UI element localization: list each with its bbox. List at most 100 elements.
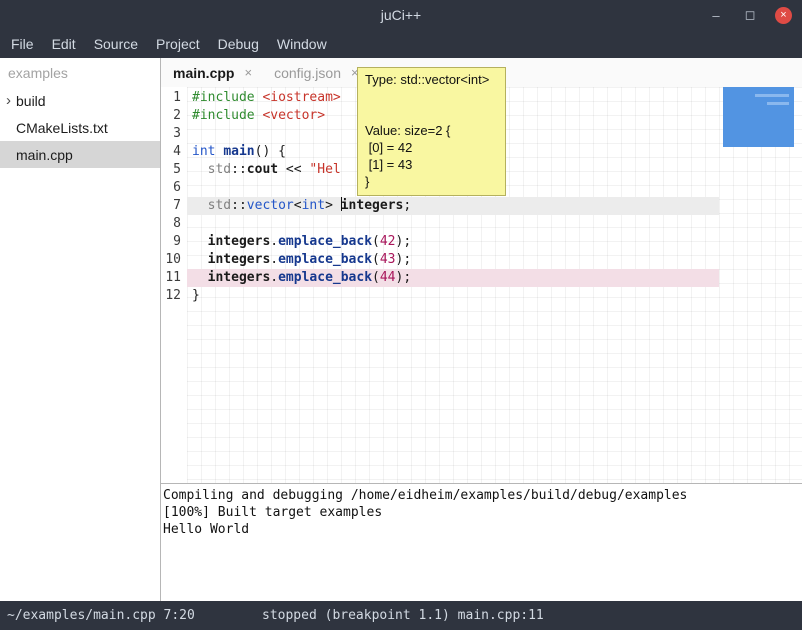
terminal-line: Hello World (163, 521, 800, 538)
terminal-line: [100%] Built target examples (163, 504, 800, 521)
file-tree: ›build CMakeLists.txt main.cpp (0, 87, 160, 168)
menu-item-source[interactable]: Source (85, 30, 147, 58)
editor-line-7[interactable]: 7 std::vector<int> integers; (161, 197, 802, 215)
editor-line-12[interactable]: 12} (161, 287, 802, 305)
scroll-overview-thumb[interactable] (723, 87, 794, 147)
line-number: 5 (161, 161, 187, 179)
code-token: 43 (380, 252, 396, 267)
code-token: > (325, 198, 341, 213)
code-token: 44 (380, 270, 396, 285)
tooltip-line: Value: size=2 { (365, 122, 498, 139)
line-number: 3 (161, 125, 187, 143)
tooltip-line (365, 105, 498, 122)
code-token: ( (372, 252, 380, 267)
menu-item-window[interactable]: Window (268, 30, 336, 58)
overview-mark (767, 102, 789, 105)
code-token: ); (396, 252, 412, 267)
code-token: :: (231, 162, 247, 177)
window-controls: – ◻ × (707, 0, 792, 30)
sidebar-item-cmakelists-txt[interactable]: CMakeLists.txt (0, 114, 160, 141)
menu-item-edit[interactable]: Edit (43, 30, 85, 58)
code-token (192, 252, 208, 267)
code-token (192, 198, 208, 213)
code-token: #include (192, 108, 255, 123)
line-number: 11 (161, 269, 187, 287)
code-token: } (192, 288, 200, 303)
tab-main-cpp[interactable]: main.cpp × (173, 65, 252, 81)
code-token: emplace_back (278, 234, 372, 249)
code-token: ( (372, 234, 380, 249)
code-token (192, 234, 208, 249)
editor-line-10[interactable]: 10 integers.emplace_back(43); (161, 251, 802, 269)
code-token: :: (231, 198, 247, 213)
code-token: << (278, 162, 309, 177)
code-token: #include (192, 90, 255, 105)
menu-item-file[interactable]: File (2, 30, 43, 58)
minimize-button[interactable]: – (707, 8, 725, 23)
expand-arrow-icon[interactable]: › (0, 92, 16, 109)
line-number: 7 (161, 197, 187, 215)
menu-bar: FileEditSourceProjectDebugWindow (0, 30, 802, 58)
tooltip-line (365, 88, 498, 105)
close-button[interactable]: × (775, 7, 792, 24)
code-token: ); (396, 234, 412, 249)
code-text: integers.emplace_back(42); (187, 233, 719, 251)
code-token: emplace_back (278, 252, 372, 267)
code-token: int (192, 144, 215, 159)
code-token: ( (372, 270, 380, 285)
code-token: std (208, 198, 231, 213)
project-name: examples (0, 58, 160, 87)
code-token (192, 270, 208, 285)
editor-line-11[interactable]: 11 integers.emplace_back(44); (161, 269, 802, 287)
sidebar-item-main-cpp[interactable]: main.cpp (0, 141, 160, 168)
tab-config-json[interactable]: config.json× (274, 65, 359, 81)
menu-item-debug[interactable]: Debug (209, 30, 268, 58)
tooltip-line: [1] = 43 (365, 156, 498, 173)
code-token: 42 (380, 234, 396, 249)
code-text: std::vector<int> integers; (187, 197, 719, 215)
code-token: integers (341, 198, 404, 213)
code-token: vector (247, 198, 294, 213)
terminal-line: Compiling and debugging /home/eidheim/ex… (163, 487, 800, 504)
menu-item-project[interactable]: Project (147, 30, 209, 58)
line-number: 10 (161, 251, 187, 269)
code-token: . (270, 270, 278, 285)
tooltip-line: } (365, 173, 498, 190)
code-token (192, 162, 208, 177)
status-debug-state: stopped (breakpoint 1.1) main.cpp:11 (262, 601, 544, 630)
line-number: 1 (161, 89, 187, 107)
tab-close-icon[interactable]: × (244, 65, 252, 80)
code-text (187, 215, 719, 233)
line-number: 8 (161, 215, 187, 233)
code-token: std (208, 162, 231, 177)
tab-label: config.json (274, 65, 341, 81)
line-number: 9 (161, 233, 187, 251)
window-title: juCi++ (0, 0, 802, 30)
code-token: ; (403, 198, 411, 213)
restore-button[interactable]: ◻ (741, 7, 759, 23)
code-text: } (187, 287, 719, 305)
sidebar-item-build[interactable]: ›build (0, 87, 160, 114)
code-token: emplace_back (278, 270, 372, 285)
title-bar: juCi++ – ◻ × (0, 0, 802, 30)
debug-tooltip: Type: std::vector<int>Value: size=2 { [0… (357, 67, 506, 196)
line-number: 4 (161, 143, 187, 161)
code-token: int (302, 198, 325, 213)
code-token: "Hel (309, 162, 340, 177)
code-token: cout (247, 162, 278, 177)
sidebar-item-label: CMakeLists.txt (16, 120, 108, 136)
tab-label: main.cpp (173, 65, 234, 81)
code-token: < (294, 198, 302, 213)
terminal-output: Compiling and debugging /home/eidheim/ex… (161, 484, 802, 601)
line-number: 12 (161, 287, 187, 305)
status-bar: ~/examples/main.cpp 7:20 stopped (breakp… (0, 601, 802, 630)
code-token: . (270, 252, 278, 267)
line-number: 6 (161, 179, 187, 197)
editor-line-8[interactable]: 8 (161, 215, 802, 233)
code-token: () { (255, 144, 286, 159)
code-token: <iostream> (262, 90, 340, 105)
code-token: <vector> (262, 108, 325, 123)
editor-line-9[interactable]: 9 integers.emplace_back(42); (161, 233, 802, 251)
code-token: integers (208, 252, 271, 267)
code-token: . (270, 234, 278, 249)
